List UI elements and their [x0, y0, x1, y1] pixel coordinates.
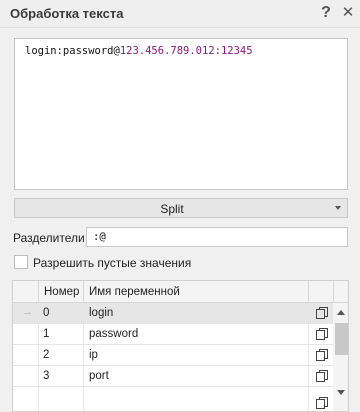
column-header-number[interactable]: Номер [44, 286, 79, 298]
grid-header: Номер Имя переменной [13, 281, 348, 303]
row-number: 2 [43, 349, 50, 361]
table-row[interactable] [13, 387, 333, 410]
column-divider [83, 303, 84, 411]
table-row[interactable]: 3 port [13, 366, 333, 387]
close-button[interactable]: ✕ [338, 3, 358, 23]
editor-text-highlight: 123.456.789.012:12345 [119, 45, 253, 57]
column-divider [308, 303, 309, 411]
row-number: 3 [43, 370, 50, 382]
split-button-label: Split [160, 202, 184, 216]
help-button[interactable]: ? [316, 3, 336, 23]
chevron-down-icon [335, 206, 341, 210]
header-divider [308, 281, 309, 303]
row-number: 0 [43, 307, 50, 319]
allow-empty-checkbox[interactable] [14, 255, 28, 269]
header-divider [83, 281, 84, 303]
separators-input[interactable]: :@ [86, 227, 348, 247]
scroll-down-icon[interactable] [337, 390, 345, 395]
table-row[interactable]: 2 ip [13, 345, 333, 366]
copy-icon[interactable] [315, 306, 329, 320]
scrollbar-thumb[interactable] [335, 323, 348, 355]
row-variable-name[interactable]: ip [89, 349, 98, 361]
copy-icon[interactable] [315, 396, 329, 410]
table-row[interactable]: 1 password [13, 324, 333, 345]
editor-text: login:password@ [25, 45, 120, 57]
row-variable-name[interactable]: login [89, 307, 113, 319]
current-row-indicator-icon: → [22, 306, 33, 318]
variables-grid: Номер Имя переменной → 0 login 1 passwor… [12, 280, 349, 412]
row-variable-name[interactable]: port [89, 370, 109, 382]
table-row[interactable]: → 0 login [13, 303, 333, 324]
allow-empty-label: Разрешить пустые значения [33, 256, 192, 270]
header-divider [38, 281, 39, 303]
row-number: 1 [43, 328, 50, 340]
header-divider [333, 281, 334, 303]
column-divider [38, 303, 39, 411]
vertical-scrollbar[interactable] [333, 303, 348, 411]
separators-label: Разделители [13, 231, 85, 245]
scroll-up-icon[interactable] [337, 310, 345, 315]
split-dropdown-button[interactable]: Split [14, 198, 348, 218]
window-title: Обработка текста [10, 6, 124, 21]
column-header-variable[interactable]: Имя переменной [89, 286, 180, 298]
title-bar: Обработка текста ? ✕ [0, 0, 360, 28]
copy-icon[interactable] [315, 369, 329, 383]
text-editor[interactable]: login:password@123.456.789.012:12345 [14, 38, 348, 190]
copy-icon[interactable] [315, 327, 329, 341]
row-variable-name[interactable]: password [89, 328, 138, 340]
copy-icon[interactable] [315, 348, 329, 362]
